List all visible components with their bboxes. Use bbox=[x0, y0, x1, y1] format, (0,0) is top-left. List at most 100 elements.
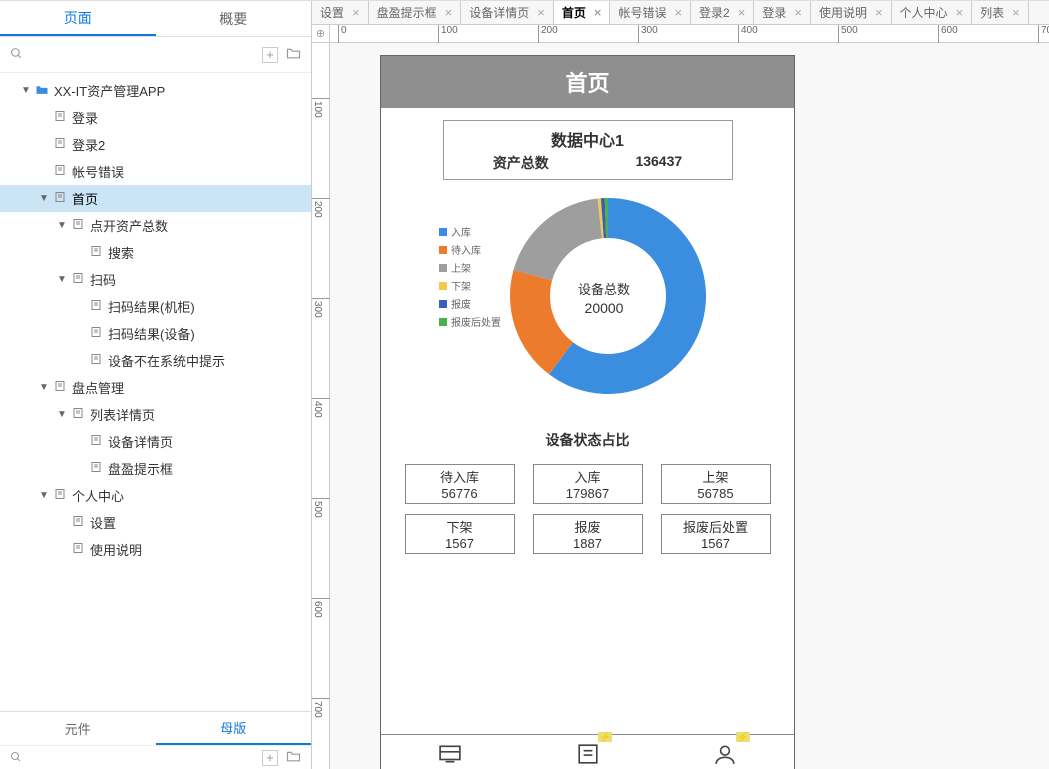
canvas-area: 设置×盘盈提示框×设备详情页×首页×帐号错误×登录2×登录×使用说明×个人中心×… bbox=[312, 1, 1049, 769]
tree-item[interactable]: 登录 bbox=[0, 104, 311, 131]
donut-slice bbox=[514, 199, 602, 281]
tree-root[interactable]: ▼ XX-IT资产管理APP bbox=[0, 77, 311, 104]
tree-item[interactable]: 搜索 bbox=[0, 239, 311, 266]
chevron-icon[interactable]: ▼ bbox=[54, 220, 70, 231]
close-icon[interactable]: × bbox=[738, 5, 746, 20]
close-icon[interactable]: × bbox=[537, 5, 545, 20]
page-title: 首页 bbox=[381, 56, 794, 108]
legend-swatch bbox=[439, 300, 447, 308]
tree-item[interactable]: ▼ 列表详情页 bbox=[0, 401, 311, 428]
tree-item[interactable]: 盘盈提示框 bbox=[0, 455, 311, 482]
tree-label: 扫码结果(设备) bbox=[108, 324, 195, 343]
donut-center-label: 设备总数 bbox=[539, 279, 669, 298]
tree-item[interactable]: ▼个人中心 bbox=[0, 482, 311, 509]
tree-item[interactable]: ▼扫码 bbox=[0, 266, 311, 293]
tree-item[interactable]: 设置 bbox=[0, 509, 311, 536]
tree-label: 盘点管理 bbox=[72, 378, 124, 397]
document-tab[interactable]: 登录2 × bbox=[691, 1, 754, 24]
page-icon bbox=[52, 137, 68, 152]
tree-item[interactable]: 扫码结果(机柜) bbox=[0, 293, 311, 320]
stat-box: 下架1567 bbox=[405, 514, 515, 554]
bottom-nav: 首页 ⚡ 盘点 ⚡ 个人中心 bbox=[381, 734, 794, 769]
tree-item[interactable]: 帐号错误 bbox=[0, 158, 311, 185]
close-icon[interactable]: × bbox=[875, 5, 883, 20]
add-icon[interactable]: + bbox=[262, 750, 278, 766]
tab-overview[interactable]: 概要 bbox=[156, 1, 312, 36]
close-icon[interactable]: × bbox=[674, 5, 682, 20]
close-icon[interactable]: × bbox=[794, 5, 802, 20]
document-tab[interactable]: 首页× bbox=[554, 1, 611, 24]
page-icon bbox=[70, 407, 86, 422]
document-tab[interactable]: 登录× bbox=[754, 1, 811, 24]
tree-label: 列表详情页 bbox=[90, 405, 155, 424]
legend-item: 报废后处置 bbox=[439, 314, 501, 329]
folder-icon bbox=[34, 84, 50, 98]
chevron-down-icon[interactable]: ▼ bbox=[18, 85, 34, 96]
tree-item[interactable]: 扫码结果(设备) bbox=[0, 320, 311, 347]
stat-label: 报废后处置 bbox=[662, 517, 770, 536]
tree-label: 首页 bbox=[72, 189, 98, 208]
tree-item[interactable]: 登录2 bbox=[0, 131, 311, 158]
tree-item[interactable]: ▼点开资产总数 bbox=[0, 212, 311, 239]
tree-item[interactable]: ▼ 盘点管理 bbox=[0, 374, 311, 401]
stat-box: 报废后处置1567 bbox=[661, 514, 771, 554]
chevron-icon[interactable]: ▼ bbox=[36, 490, 52, 501]
tree-item[interactable]: 设备详情页 bbox=[0, 428, 311, 455]
close-icon[interactable]: × bbox=[1012, 5, 1020, 20]
profile-icon bbox=[711, 743, 739, 765]
tree-item[interactable]: ▼ 首页 bbox=[0, 185, 311, 212]
tree-item[interactable]: 设备不在系统中提示 bbox=[0, 347, 311, 374]
page-icon bbox=[70, 272, 86, 287]
stat-box: 待入库56776 bbox=[405, 464, 515, 504]
stat-box: 入库179867 bbox=[533, 464, 643, 504]
tab-label: 帐号错误 bbox=[618, 4, 666, 21]
canvas[interactable]: 首页 数据中心1 资产总数 136437 入库待入库上架下架报废报废后处置 设备… bbox=[330, 43, 1049, 769]
tab-components[interactable]: 元件 bbox=[0, 712, 156, 745]
legend-item: 上架 bbox=[439, 260, 501, 275]
chevron-icon[interactable]: ▼ bbox=[54, 409, 70, 420]
document-tab[interactable]: 盘盈提示框× bbox=[369, 1, 462, 24]
stat-value: 1887 bbox=[534, 536, 642, 551]
ruler-origin-icon[interactable]: ⊕ bbox=[312, 25, 330, 42]
search-input[interactable] bbox=[31, 47, 254, 62]
document-tab[interactable]: 列表× bbox=[972, 1, 1029, 24]
total-value: 136437 bbox=[635, 153, 682, 173]
document-tab[interactable]: 帐号错误 × bbox=[610, 1, 691, 24]
ruler-tick: 500 bbox=[838, 25, 858, 43]
ruler-tick: 300 bbox=[638, 25, 658, 43]
legend-swatch bbox=[439, 246, 447, 254]
mockup-frame[interactable]: 首页 数据中心1 资产总数 136437 入库待入库上架下架报废报废后处置 设备… bbox=[380, 55, 795, 769]
ruler-tick: 600 bbox=[938, 25, 958, 43]
legend-swatch bbox=[439, 228, 447, 236]
document-tab[interactable]: 使用说明× bbox=[811, 1, 892, 24]
tab-pages[interactable]: 页面 bbox=[0, 1, 156, 36]
chevron-icon[interactable]: ▼ bbox=[54, 274, 70, 285]
tree-label: 设备不在系统中提示 bbox=[108, 351, 225, 370]
close-icon[interactable]: × bbox=[445, 5, 453, 20]
page-icon bbox=[88, 299, 104, 314]
tree-label: 登录2 bbox=[72, 135, 105, 154]
ruler-tick: 70 bbox=[1038, 25, 1049, 43]
nav-inventory[interactable]: ⚡ 盘点 bbox=[519, 735, 657, 769]
ruler-tick: 100 bbox=[438, 25, 458, 43]
document-tab[interactable]: 设置× bbox=[312, 1, 369, 24]
document-tab[interactable]: 个人中心× bbox=[892, 1, 973, 24]
folder-icon[interactable] bbox=[286, 47, 301, 62]
tree-label: XX-IT资产管理APP bbox=[54, 81, 165, 100]
tab-label: 登录2 bbox=[699, 4, 730, 21]
document-tab[interactable]: 设备详情页× bbox=[461, 1, 554, 24]
close-icon[interactable]: × bbox=[352, 5, 360, 20]
tree-item[interactable]: 使用说明 bbox=[0, 536, 311, 563]
legend-item: 下架 bbox=[439, 278, 501, 293]
nav-home[interactable]: 首页 bbox=[381, 735, 519, 769]
close-icon[interactable]: × bbox=[594, 5, 602, 20]
stat-label: 下架 bbox=[406, 517, 514, 536]
legend-swatch bbox=[439, 318, 447, 326]
chevron-icon[interactable]: ▼ bbox=[36, 193, 52, 204]
tab-masters[interactable]: 母版 bbox=[156, 712, 312, 745]
nav-profile[interactable]: ⚡ 个人中心 bbox=[656, 735, 794, 769]
chevron-icon[interactable]: ▼ bbox=[36, 382, 52, 393]
close-icon[interactable]: × bbox=[956, 5, 964, 20]
folder-icon[interactable] bbox=[286, 750, 301, 765]
add-page-icon[interactable]: + bbox=[262, 47, 278, 63]
